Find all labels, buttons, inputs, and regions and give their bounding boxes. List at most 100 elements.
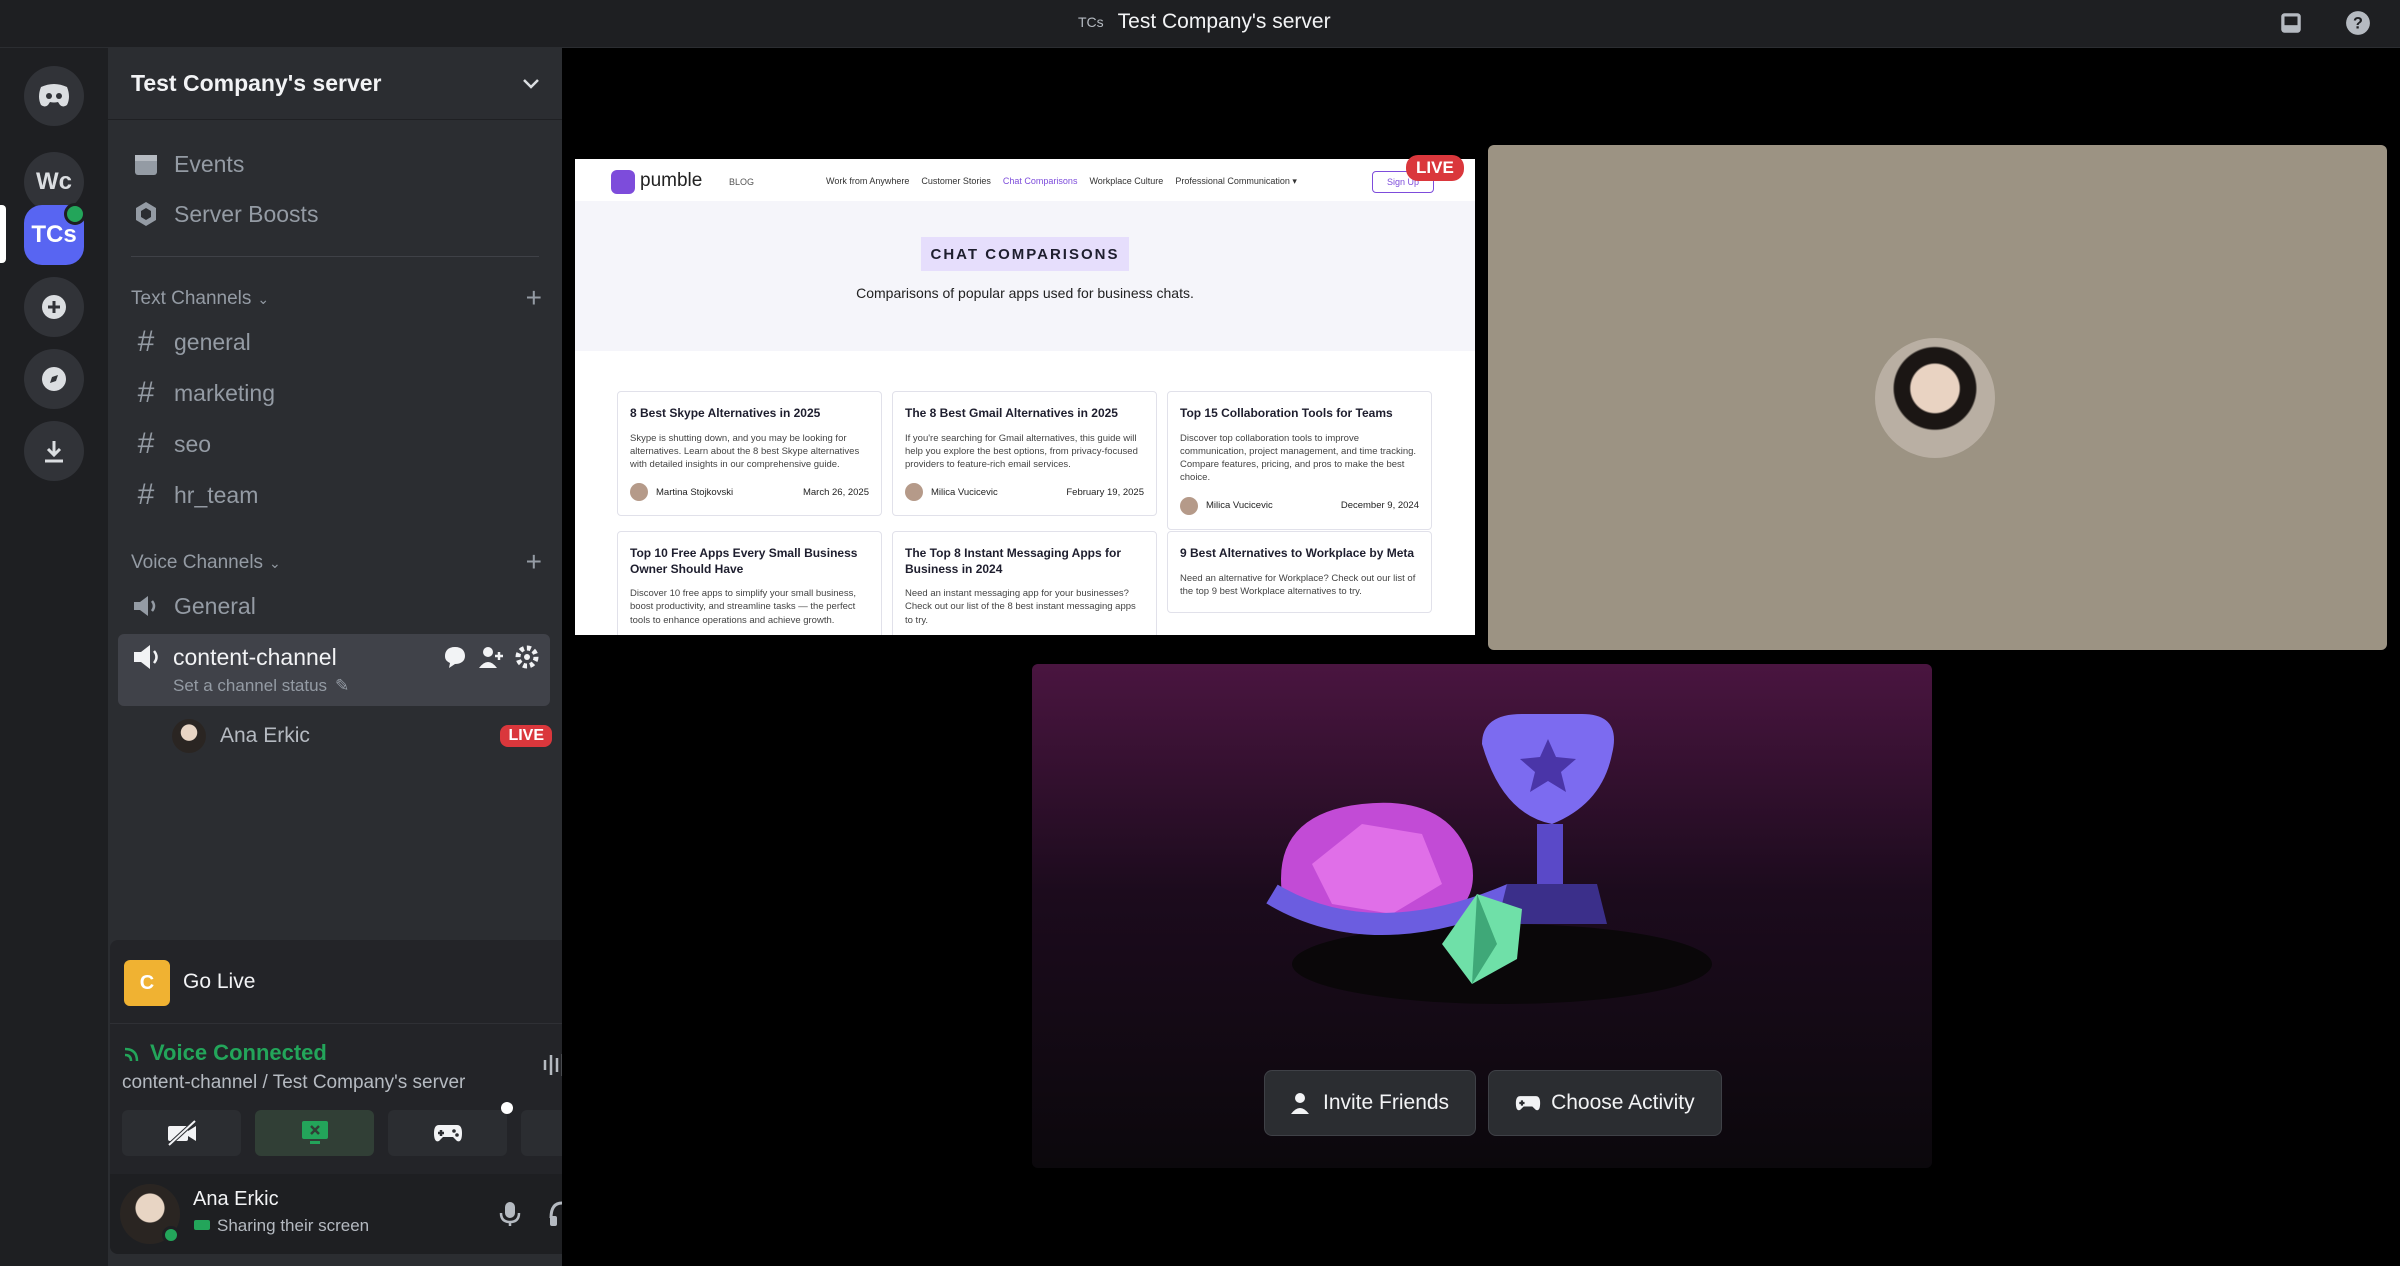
speaker-icon: [132, 592, 160, 620]
article-card: Top 15 Collaboration Tools for Teams Dis…: [1167, 391, 1432, 530]
site-nav-link: Workplace Culture: [1089, 176, 1164, 186]
discord-home-button[interactable]: [24, 66, 84, 126]
voice-channel-general[interactable]: General: [118, 583, 550, 629]
article-desc: Need an instant messaging app for your b…: [905, 588, 1136, 626]
article-title: Top 10 Free Apps Every Small Business Ow…: [630, 546, 858, 576]
help-icon[interactable]: ?: [2345, 10, 2371, 36]
gamepad-icon: [433, 1125, 462, 1142]
article-card: The 8 Best Gmail Alternatives in 2025 If…: [892, 391, 1157, 517]
article-card: The Top 8 Instant Messaging Apps for Bus…: [892, 531, 1157, 635]
choose-activity-button[interactable]: Choose Activity: [1488, 1070, 1722, 1136]
participant-tile[interactable]: [1488, 145, 2387, 650]
download-button[interactable]: [24, 421, 84, 481]
voice-connected-info[interactable]: Voice Connected content-channel / Test C…: [122, 1040, 465, 1094]
screen-share-button[interactable]: [255, 1110, 374, 1156]
go-live-game-icon: C: [124, 960, 170, 1006]
article-title: The 8 Best Gmail Alternatives in 2025: [905, 406, 1118, 420]
microphone-icon[interactable]: [498, 1200, 522, 1228]
site-nav-link: Customer Stories: [921, 176, 991, 186]
create-voice-channel-button[interactable]: +: [526, 548, 542, 576]
voice-channel-label: content-channel: [173, 644, 337, 670]
channel-general[interactable]: # general: [118, 319, 550, 365]
voice-channel-content[interactable]: content-channel Set a channel status ✎: [118, 634, 550, 706]
inbox-icon[interactable]: [2278, 10, 2304, 36]
gamepad-icon: [1515, 1096, 1541, 1111]
article-desc: Skype is shutting down, and you may be l…: [630, 432, 860, 471]
site-nav-link: Work from Anywhere: [826, 176, 910, 186]
server-tcs[interactable]: TCs: [24, 203, 86, 265]
selected-server-pill: [0, 205, 6, 263]
article-author: Milica Vucicevic: [1206, 500, 1273, 512]
hashtag-icon: #: [137, 376, 155, 409]
user-status: Sharing their screen: [193, 1216, 369, 1236]
author-avatar: [1180, 496, 1198, 515]
member-name: Ana Erkic: [220, 724, 310, 747]
activities-button[interactable]: [388, 1102, 513, 1156]
invite-people-icon[interactable]: [478, 644, 504, 670]
voice-channels-label: Voice Channels: [131, 552, 264, 573]
discord-logo-icon: [39, 84, 69, 107]
screen-icon: [194, 1220, 210, 1230]
server-rail: Wc TCs: [0, 48, 108, 1266]
title-center: TCs Test Company's server: [1078, 10, 1331, 34]
channel-status[interactable]: Set a channel status ✎: [173, 676, 349, 696]
camera-off-button[interactable]: [122, 1110, 241, 1156]
server-boosts-item[interactable]: Server Boosts: [118, 191, 550, 237]
voice-status: Voice Connected: [150, 1040, 327, 1065]
create-text-channel-button[interactable]: +: [526, 284, 542, 312]
site-nav: Work from Anywhere Customer Stories Chat…: [826, 176, 1297, 187]
article-desc: If you're searching for Gmail alternativ…: [905, 432, 1138, 471]
user-status-label: Sharing their screen: [217, 1216, 370, 1235]
invite-friends-button[interactable]: Invite Friends: [1264, 1070, 1477, 1136]
speaker-icon: [134, 645, 158, 669]
user-name[interactable]: Ana Erkic: [193, 1188, 279, 1211]
signal-icon: [124, 1047, 139, 1062]
channel-label: general: [174, 328, 251, 355]
voice-member[interactable]: Ana Erkic LIVE: [172, 716, 552, 756]
divider: [131, 256, 539, 257]
hashtag-icon: #: [137, 325, 155, 358]
article-title: 9 Best Alternatives to Workplace by Meta: [1180, 546, 1415, 560]
add-server-button[interactable]: [24, 277, 84, 337]
participant-avatar: [1875, 338, 1995, 458]
discover-button[interactable]: [24, 349, 84, 409]
voice-location: content-channel / Test Company's server: [122, 1072, 466, 1093]
channel-actions: [442, 644, 540, 670]
channel-hr-team[interactable]: # hr_team: [118, 472, 550, 518]
site-subtitle: Comparisons of popular apps used for bus…: [856, 285, 1194, 301]
screen-share-stream[interactable]: pumble BLOG Work from Anywhere Customer …: [575, 159, 1475, 635]
server-header[interactable]: Test Company's server: [108, 48, 562, 120]
download-icon: [45, 441, 63, 463]
compass-icon: [42, 367, 66, 391]
article-title: 8 Best Skype Alternatives in 2025: [630, 406, 821, 420]
choose-activity-label: Choose Activity: [1551, 1091, 1695, 1114]
article-desc: Discover 10 free apps to simplify your s…: [630, 588, 856, 626]
article-card: 8 Best Skype Alternatives in 2025 Skype …: [617, 391, 882, 517]
channel-label: seo: [174, 430, 212, 457]
events-label: Events: [174, 150, 245, 177]
article-title: Top 15 Collaboration Tools for Teams: [1180, 406, 1393, 420]
voice-channel-label: General: [174, 592, 256, 619]
plus-icon: [42, 295, 66, 319]
article-desc: Need an alternative for Workplace? Check…: [1180, 572, 1416, 597]
avatar: [172, 719, 206, 753]
text-channels-label: Text Channels: [131, 288, 252, 309]
chevron-down-icon: ⌄: [257, 290, 270, 307]
voice-channels-category[interactable]: Voice Channels ⌄: [131, 552, 281, 574]
gear-icon[interactable]: [514, 644, 540, 670]
trophy-illustration: [1266, 714, 1712, 1004]
boost-icon: [132, 200, 160, 228]
live-badge: LIVE: [500, 725, 552, 747]
server-boosts-label: Server Boosts: [174, 200, 319, 227]
site-blog-label: BLOG: [729, 177, 755, 187]
article-desc: Discover top collaboration tools to impr…: [1180, 432, 1417, 484]
chat-bubble-icon[interactable]: [442, 644, 468, 670]
camera-off-icon: [167, 1119, 196, 1147]
channel-seo[interactable]: # seo: [118, 421, 550, 467]
online-status-dot: [162, 1226, 180, 1244]
events-item[interactable]: Events: [118, 141, 550, 187]
channel-marketing[interactable]: # marketing: [118, 370, 550, 416]
text-channels-category[interactable]: Text Channels ⌄: [131, 288, 269, 310]
article-date: February 19, 2025: [1066, 486, 1144, 498]
article-card: Top 10 Free Apps Every Small Business Ow…: [617, 531, 882, 635]
